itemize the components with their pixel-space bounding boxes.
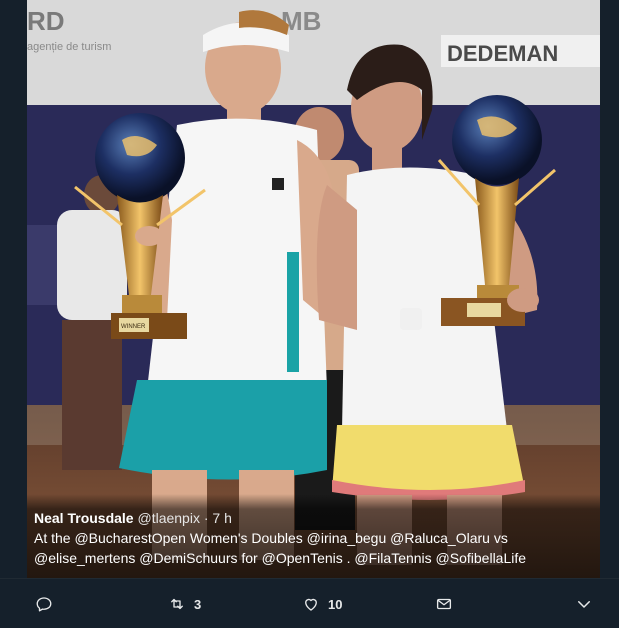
retweet-icon — [171, 598, 183, 610]
like-button[interactable]: 10 — [302, 594, 342, 614]
tweet-timestamp[interactable]: 7 h — [212, 510, 231, 526]
author-line: Neal Trousdale @tlaenpix · 7 h — [34, 508, 592, 528]
trophy-plate-text: WINNER — [121, 324, 146, 330]
tweet-text-line-1: At the @BucharestOpen Women's Doubles @i… — [34, 530, 508, 546]
photo-illustration: RD agenție de turism MB DEDEMAN WINNER — [27, 0, 600, 578]
banner-right-text: DEDEMAN — [447, 41, 558, 66]
author-handle[interactable]: @tlaenpix — [137, 510, 199, 526]
right-gutter — [600, 0, 619, 627]
chevron-down-icon — [578, 601, 590, 608]
retweet-count: 3 — [194, 596, 202, 612]
retweet-button[interactable]: 3 — [168, 594, 201, 614]
heart-icon — [305, 598, 317, 611]
banner-small-text: agenție de turism — [27, 41, 111, 53]
like-count: 10 — [328, 596, 343, 612]
envelope-icon — [436, 598, 452, 610]
tweet-photo[interactable]: RD agenție de turism MB DEDEMAN WINNER — [27, 0, 600, 578]
direct-message-button[interactable] — [435, 594, 453, 614]
tweet-text-line-2: @elise_mertens @DemiSchuurs for @OpenTen… — [34, 550, 527, 566]
reply-icon — [36, 597, 52, 612]
tweet-action-bar: 3 10 — [0, 578, 619, 628]
tweet-caption-overlay: Neal Trousdale @tlaenpix · 7 h At the @B… — [27, 494, 600, 578]
reply-button[interactable] — [35, 594, 53, 614]
time-separator: · — [199, 510, 213, 526]
more-options-button[interactable] — [575, 594, 593, 614]
banner-left-text: RD — [27, 6, 65, 36]
left-gutter — [0, 0, 27, 627]
author-name[interactable]: Neal Trousdale — [34, 510, 134, 526]
